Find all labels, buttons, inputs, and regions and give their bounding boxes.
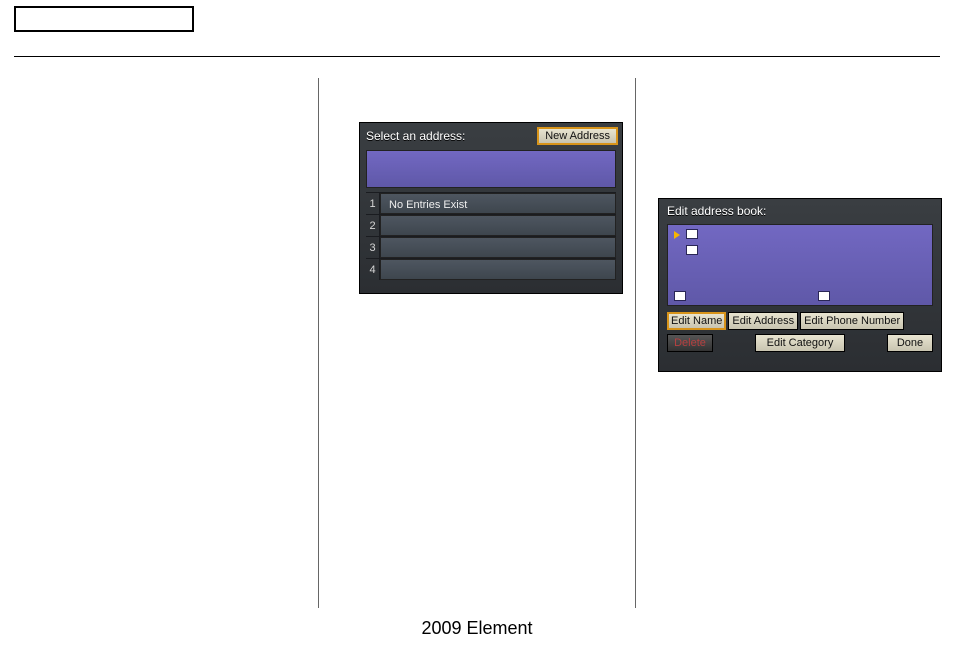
done-button[interactable]: Done (887, 334, 933, 352)
marker-icon (686, 229, 698, 239)
bottom-buttons-row: Delete Edit Category Done (667, 334, 933, 352)
delete-button[interactable]: Delete (667, 334, 713, 352)
edit-category-button[interactable]: Edit Category (755, 334, 845, 352)
entry-detail-panel (667, 224, 933, 306)
row-number: 1 (366, 193, 380, 214)
page-footer-text: 2009 Element (0, 618, 954, 639)
row-number: 3 (366, 237, 380, 258)
empty-header-box (14, 6, 194, 32)
row-cell: No Entries Exist (380, 193, 616, 214)
select-address-title: Select an address: (366, 129, 465, 143)
address-row[interactable]: 2 (366, 214, 616, 236)
selection-arrow-icon (674, 231, 680, 239)
edit-address-book-title: Edit address book: (659, 199, 941, 222)
column-divider (635, 78, 636, 608)
edit-address-button[interactable]: Edit Address (728, 312, 798, 330)
address-row[interactable]: 3 (366, 236, 616, 258)
phone-icon (674, 291, 686, 301)
row-number: 4 (366, 259, 380, 280)
row-cell (380, 259, 616, 280)
edit-buttons-row: Edit Name Edit Address Edit Phone Number (667, 312, 933, 330)
select-address-screen: Select an address: New Address 1 No Entr… (359, 122, 623, 294)
edit-address-book-screen: Edit address book: Edit Name Edit Addres… (658, 198, 942, 372)
column-right: Edit address book: Edit Name Edit Addres… (640, 78, 948, 608)
edit-phone-number-button[interactable]: Edit Phone Number (800, 312, 904, 330)
column-divider (318, 78, 319, 608)
new-address-button[interactable]: New Address (537, 127, 618, 145)
row-cell (380, 215, 616, 236)
address-list: 1 No Entries Exist 2 3 4 (366, 192, 616, 280)
column-left (6, 78, 314, 608)
address-name-field[interactable] (366, 150, 616, 188)
select-address-header: Select an address: New Address (360, 123, 622, 148)
edit-name-button[interactable]: Edit Name (667, 312, 726, 330)
three-column-layout: Select an address: New Address 1 No Entr… (6, 78, 948, 608)
row-cell (380, 237, 616, 258)
category-icon (818, 291, 830, 301)
home-icon (686, 245, 698, 255)
column-middle: Select an address: New Address 1 No Entr… (323, 78, 631, 608)
row-number: 2 (366, 215, 380, 236)
address-row[interactable]: 1 No Entries Exist (366, 192, 616, 214)
horizontal-rule (14, 56, 940, 57)
address-row[interactable]: 4 (366, 258, 616, 280)
